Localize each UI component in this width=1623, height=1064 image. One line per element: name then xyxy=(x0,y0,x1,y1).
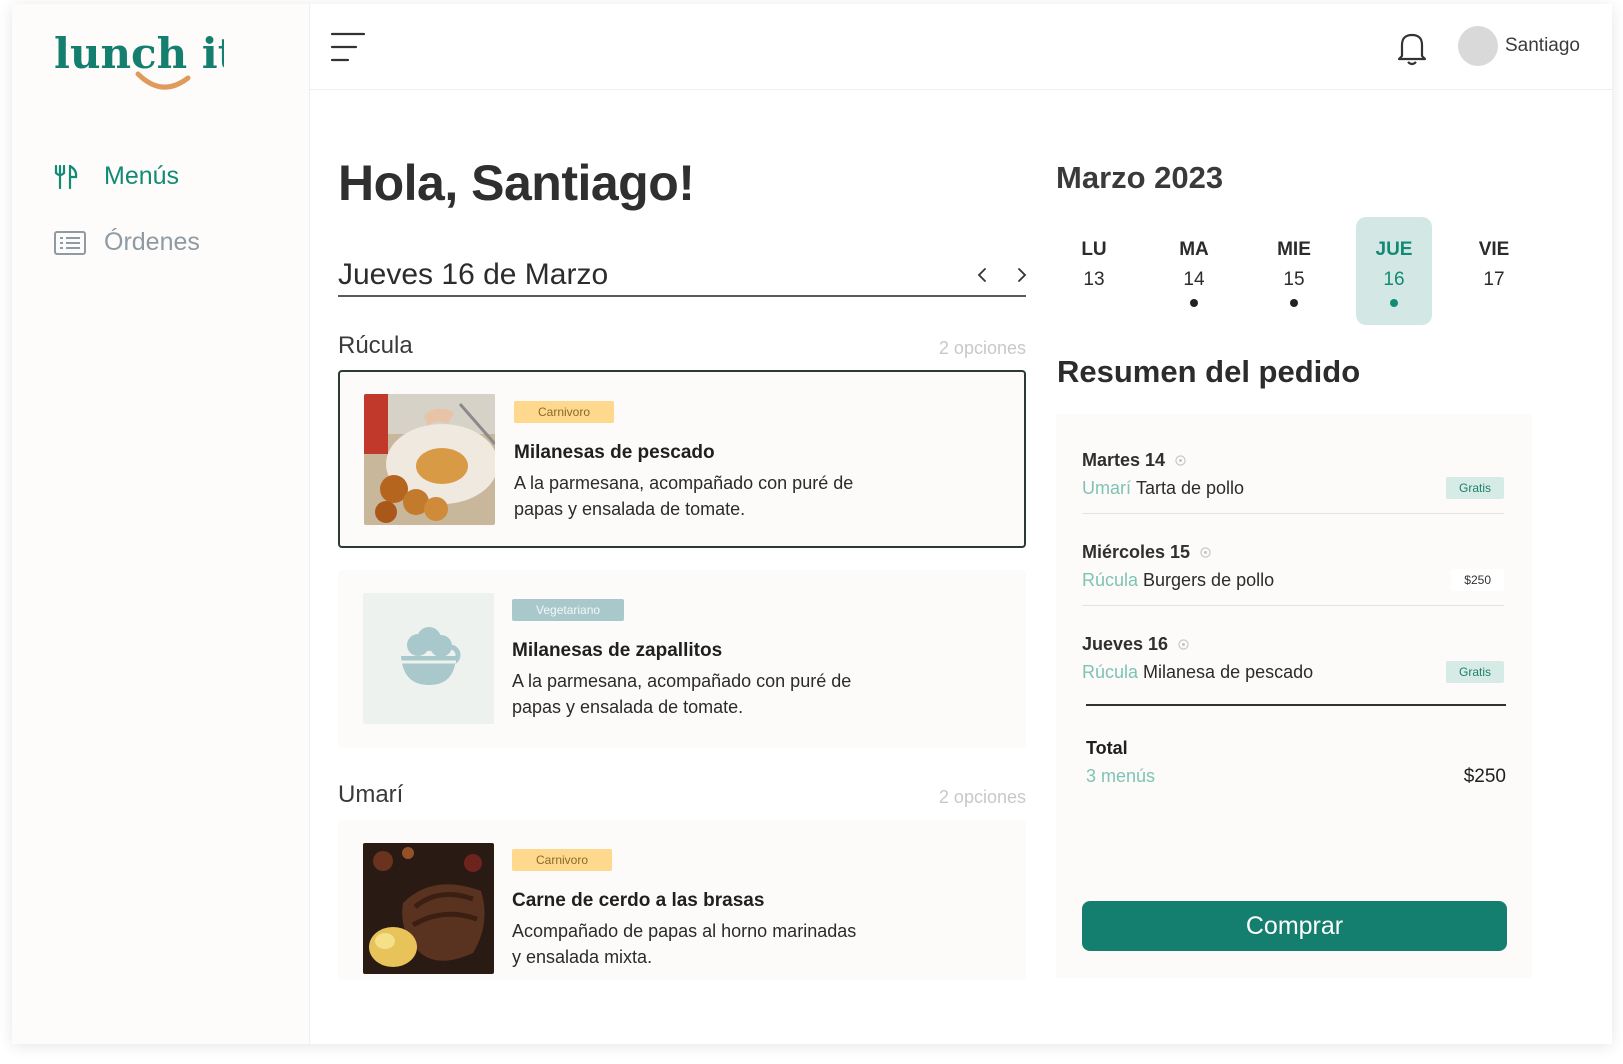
day-of-week: MA xyxy=(1179,239,1209,260)
salad-icon xyxy=(401,627,461,685)
chevron-right-icon[interactable] xyxy=(1012,266,1030,284)
dish-description: A la parmesana, acompañado con puré de p… xyxy=(514,473,854,519)
date-title: Jueves 16 de Marzo xyxy=(338,258,609,291)
order-item: Jueves 16 Rúcula Milanesa de pescado Grat… xyxy=(1082,606,1504,698)
restaurant-name: Umarí xyxy=(338,781,404,808)
dish-description: Acompañado de papas al horno marinadas y… xyxy=(512,921,857,967)
info-icon[interactable] xyxy=(1200,547,1211,558)
dish-card[interactable]: Carnivoro Milanesas de pescado A la parm… xyxy=(338,370,1026,548)
utensils-icon xyxy=(54,163,88,191)
total-amount: $250 xyxy=(1463,766,1506,787)
dish-name: Carne de cerdo a las brasas xyxy=(512,890,765,911)
order-line: Rúcula Milanesa de pescado xyxy=(1082,662,1313,683)
bell-icon[interactable] xyxy=(1396,30,1428,66)
price-tag: $250 xyxy=(1451,569,1504,591)
dish-name: Milanesas de pescado xyxy=(514,442,715,463)
sidebar: lunch it Menús Órdenes xyxy=(12,4,310,1044)
options-count: 2 opciones xyxy=(938,787,1026,807)
total-divider xyxy=(1086,704,1506,706)
order-item: Miércoles 15 Rúcula Burgers de pollo $250 xyxy=(1082,514,1504,606)
diet-badge: Vegetariano xyxy=(512,599,625,621)
info-icon[interactable] xyxy=(1175,455,1186,466)
info-icon[interactable] xyxy=(1178,639,1189,650)
svg-text:lunch it: lunch it xyxy=(54,29,224,78)
diet-badge: Carnivoro xyxy=(514,401,615,423)
day-number: 13 xyxy=(1083,269,1105,290)
order-dot xyxy=(1390,299,1398,307)
restaurant-name: Rúcula xyxy=(338,332,413,359)
order-restaurant: Rúcula xyxy=(1082,662,1139,682)
order-day-label: Martes 14 xyxy=(1082,450,1166,470)
summary-title: Resumen del pedido xyxy=(1057,354,1361,389)
order-dot xyxy=(1190,299,1198,307)
order-line: Umarí Tarta de pollo xyxy=(1082,478,1244,499)
chevron-left-icon[interactable] xyxy=(974,266,992,284)
order-item: Martes 14 Umarí Tarta de pollo Gratis xyxy=(1082,422,1504,514)
order-day: Miércoles 15 xyxy=(1082,542,1211,563)
dish-card[interactable]: Vegetariano Milanesas de zapallitos A la… xyxy=(338,570,1026,748)
dish-description: A la parmesana, acompañado con puré de p… xyxy=(512,671,852,717)
total-count: 3 menús xyxy=(1086,766,1156,786)
user-name[interactable]: Santiago xyxy=(1505,35,1580,57)
buy-button[interactable]: Comprar xyxy=(1082,901,1507,951)
order-dish: Burgers de pollo xyxy=(1143,570,1275,590)
restaurant-header: Rúcula 2 opciones xyxy=(338,332,1026,362)
total-label: Total xyxy=(1086,738,1128,758)
sidebar-item-label: Órdenes xyxy=(104,228,200,256)
date-selector: Jueves 16 de Marzo xyxy=(338,254,1027,297)
diet-badge: Carnivoro xyxy=(512,849,613,871)
dish-card[interactable]: Carnivoro Carne de cerdo a las brasas Ac… xyxy=(338,820,1026,980)
calendar-day-15[interactable]: MIE 15 xyxy=(1256,217,1332,325)
app-window: lunch it Menús Órdenes Santiago Hola, Sa… xyxy=(12,4,1612,1044)
order-summary: Martes 14 Umarí Tarta de pollo Gratis Mié… xyxy=(1056,414,1532,978)
order-dish: Milanesa de pescado xyxy=(1143,662,1314,682)
avatar[interactable] xyxy=(1458,26,1498,66)
dish-placeholder xyxy=(363,593,494,724)
lunch-it-logo[interactable]: lunch it xyxy=(54,28,224,100)
list-icon xyxy=(54,229,88,257)
restaurant-header: Umarí 2 opciones xyxy=(338,781,1026,811)
calendar-month: Marzo 2023 xyxy=(1056,160,1224,195)
day-number: 16 xyxy=(1383,269,1405,290)
order-restaurant: Umarí xyxy=(1082,478,1131,498)
calendar-day-17[interactable]: VIE 17 xyxy=(1456,217,1532,325)
day-of-week: VIE xyxy=(1478,239,1510,260)
page-title: Hola, Santiago! xyxy=(338,155,695,211)
day-number: 14 xyxy=(1183,269,1205,290)
dish-image xyxy=(363,843,494,974)
day-of-week: JUE xyxy=(1375,239,1413,260)
calendar-day-14[interactable]: MA 14 xyxy=(1156,217,1232,325)
calendar-day-16[interactable]: JUE 16 xyxy=(1356,217,1432,325)
order-day: Jueves 16 xyxy=(1082,634,1189,655)
calendar-day-13[interactable]: LU 13 xyxy=(1056,217,1132,325)
day-number: 15 xyxy=(1283,269,1305,290)
order-line: Rúcula Burgers de pollo xyxy=(1082,570,1274,591)
sidebar-item-menus[interactable]: Menús xyxy=(54,162,179,191)
order-day-label: Jueves 16 xyxy=(1082,634,1169,654)
order-day-label: Miércoles 15 xyxy=(1082,542,1191,562)
options-count: 2 opciones xyxy=(938,338,1026,358)
dish-image xyxy=(364,394,495,525)
topbar: Santiago xyxy=(310,4,1612,90)
order-day: Martes 14 xyxy=(1082,450,1186,471)
day-of-week: MIE xyxy=(1277,239,1311,260)
menu-icon[interactable] xyxy=(330,30,366,64)
sidebar-item-label: Menús xyxy=(104,162,180,190)
day-of-week: LU xyxy=(1081,239,1107,260)
day-number: 17 xyxy=(1483,269,1505,290)
price-tag: Gratis xyxy=(1445,477,1504,499)
order-dot xyxy=(1290,299,1298,307)
price-tag: Gratis xyxy=(1445,661,1504,683)
order-dish: Tarta de pollo xyxy=(1136,478,1245,498)
dish-name: Milanesas de zapallitos xyxy=(512,640,723,661)
sidebar-item-ordenes[interactable]: Órdenes xyxy=(54,228,200,257)
order-restaurant: Rúcula xyxy=(1082,570,1139,590)
